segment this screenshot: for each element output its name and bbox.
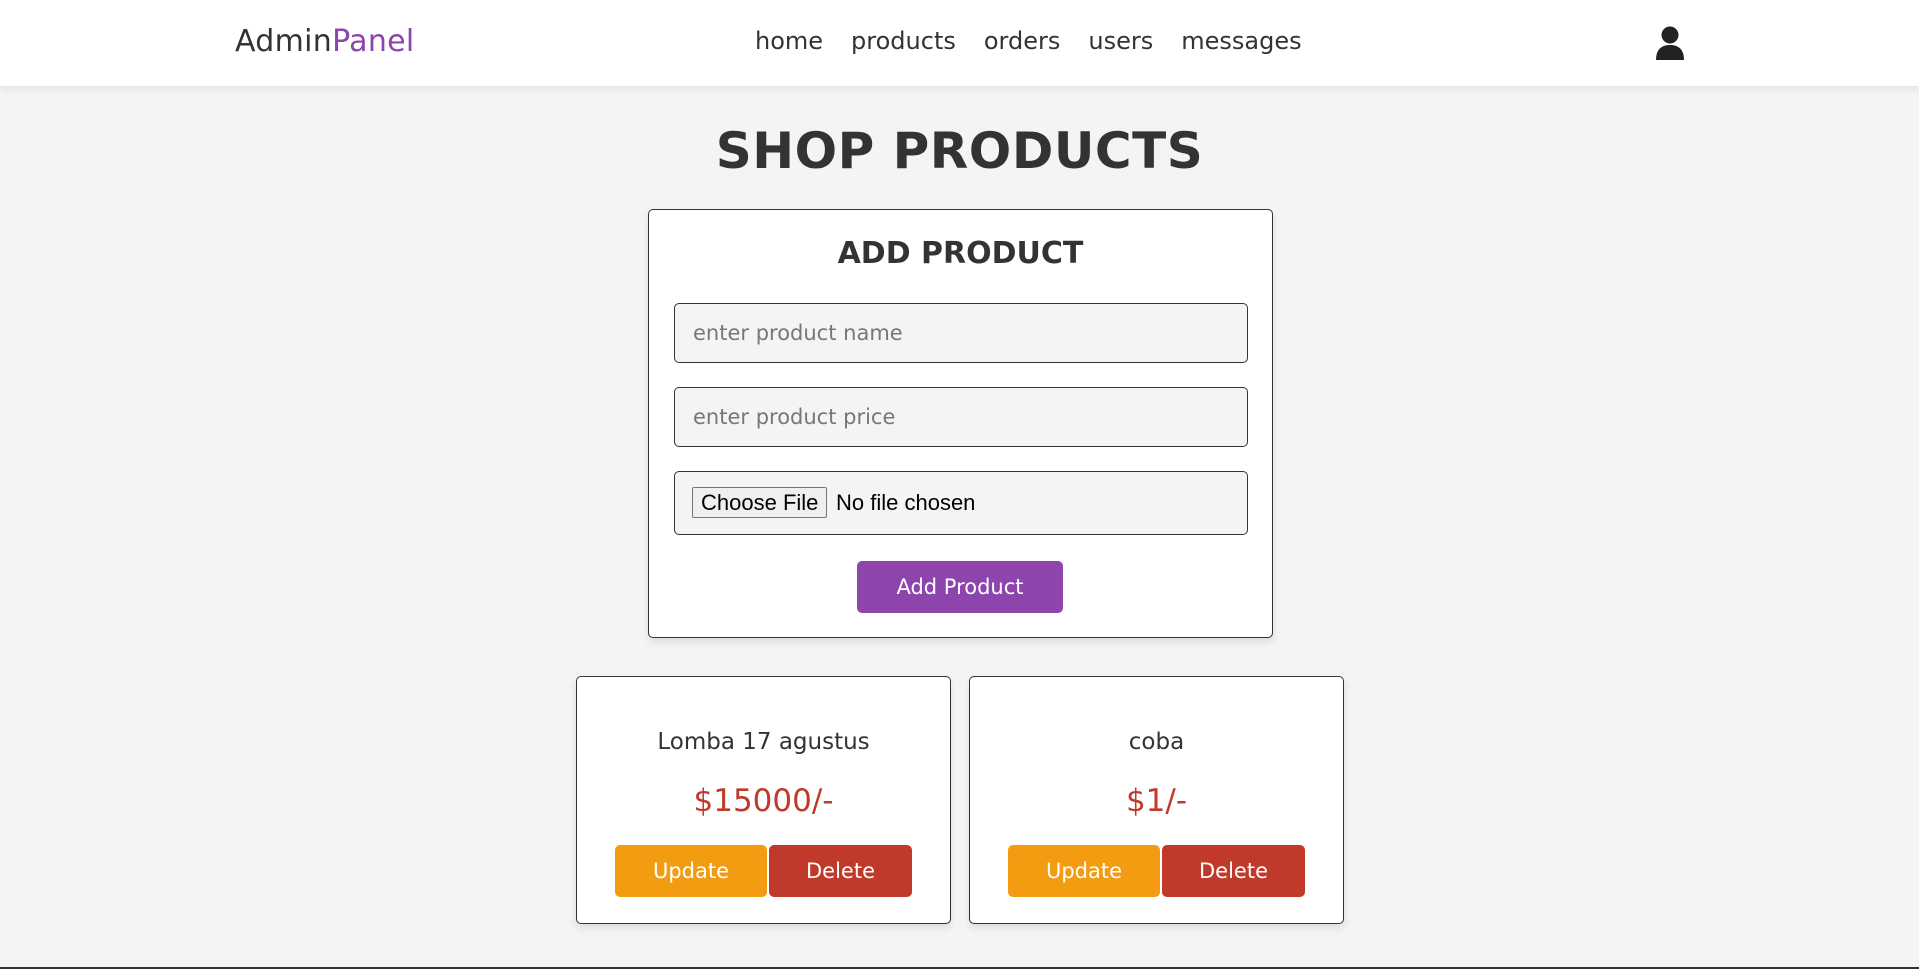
product-image-file-input[interactable]: Choose File No file chosen [674,471,1248,535]
update-button[interactable]: Update [1008,845,1160,897]
product-name-input[interactable] [674,303,1248,363]
logo[interactable]: AdminPanel [235,24,415,59]
add-product-button[interactable]: Add Product [857,561,1063,613]
page-title: SHOP PRODUCTS [715,122,1204,180]
delete-button[interactable]: Delete [769,845,912,897]
add-product-title: ADD PRODUCT [837,236,1084,271]
nav-link-orders[interactable]: orders [984,27,1061,55]
product-name: Lomba 17 agustus [657,729,870,755]
product-price-input[interactable] [674,387,1248,447]
nav-link-products[interactable]: products [851,27,956,55]
product-card: Lomba 17 agustus $15000/- Update Delete [576,676,951,924]
product-name: coba [1128,729,1185,755]
header: AdminPanel home products orders users me… [0,0,1919,86]
product-price: $1/- [1125,783,1188,819]
product-card: coba $1/- Update Delete [969,676,1344,924]
user-icon[interactable] [1655,26,1685,60]
add-product-form: ADD PRODUCT Choose File No file chosen A… [648,209,1273,638]
main-nav: home products orders users messages [755,27,1330,55]
product-price: $15000/- [693,783,834,819]
nav-link-home[interactable]: home [755,27,823,55]
logo-text-admin: Admin [235,24,333,59]
choose-file-button[interactable]: Choose File [692,487,828,518]
nav-link-users[interactable]: users [1088,27,1153,55]
nav-link-messages[interactable]: messages [1181,27,1301,55]
file-status-text: No file chosen [836,490,976,515]
delete-button[interactable]: Delete [1162,845,1305,897]
update-button[interactable]: Update [615,845,767,897]
logo-text-panel: Panel [332,24,415,59]
